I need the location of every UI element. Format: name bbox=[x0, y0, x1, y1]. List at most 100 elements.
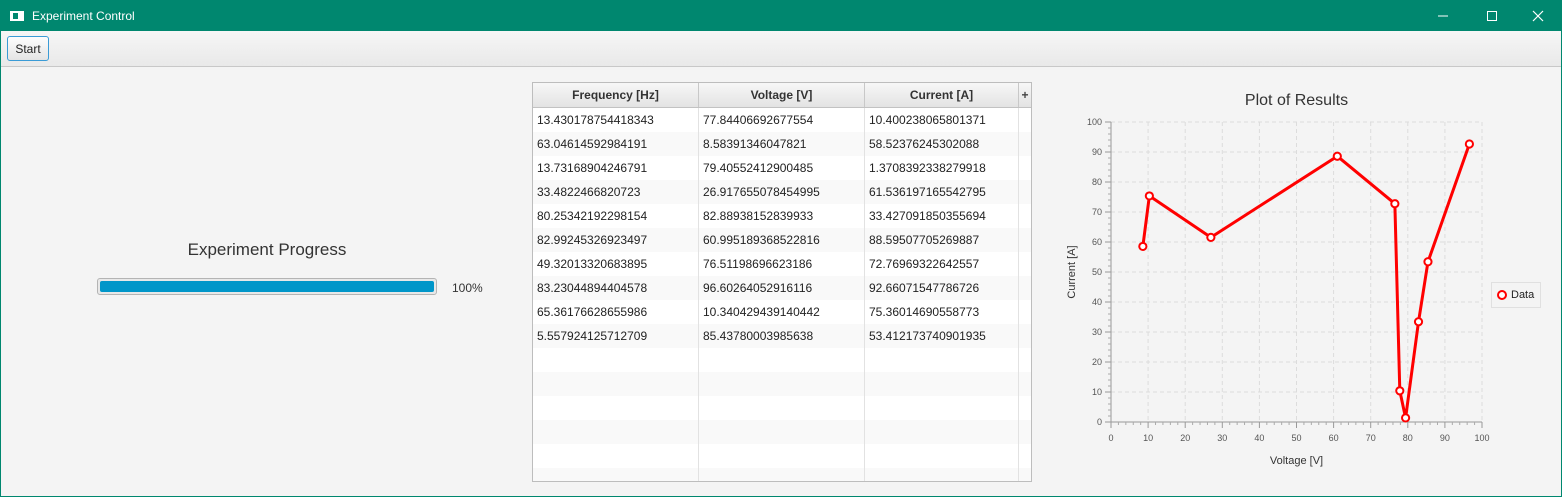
table-cell: 92.66071547786726 bbox=[865, 276, 1019, 300]
x-tick-label: 70 bbox=[1366, 433, 1376, 443]
chart-title: Plot of Results bbox=[1245, 92, 1348, 109]
table-cell: 85.43780003985638 bbox=[699, 324, 865, 348]
start-button[interactable]: Start bbox=[7, 36, 49, 61]
table-cell: 5.557924125712709 bbox=[533, 324, 699, 348]
table-cell bbox=[865, 372, 1019, 396]
data-point bbox=[1423, 257, 1433, 267]
column-header-frequency[interactable]: Frequency [Hz] bbox=[533, 83, 699, 107]
table-row[interactable]: 80.25342192298154 82.88938152839933 33.427… bbox=[533, 204, 1031, 228]
table-row[interactable] bbox=[533, 348, 1031, 372]
data-point bbox=[1464, 139, 1474, 149]
minimize-button[interactable] bbox=[1420, 1, 1466, 31]
toolbar: Start bbox=[1, 31, 1561, 67]
table-cell: 82.88938152839933 bbox=[699, 204, 865, 228]
close-button[interactable] bbox=[1515, 1, 1561, 31]
x-tick-label: 30 bbox=[1217, 433, 1227, 443]
table-cell: 60.995189368522816 bbox=[699, 228, 865, 252]
table-cell: 13.430178754418343 bbox=[533, 108, 699, 132]
table-row[interactable] bbox=[533, 420, 1031, 444]
table-row[interactable]: 63.04614592984191 8.58391346047821 58.5237… bbox=[533, 132, 1031, 156]
table-row[interactable]: 5.557924125712709 85.43780003985638 53.412… bbox=[533, 324, 1031, 348]
x-tick-label: 60 bbox=[1329, 433, 1339, 443]
table-cell: 1.3708392338279918 bbox=[865, 156, 1019, 180]
table-cell: 63.04614592984191 bbox=[533, 132, 699, 156]
table-row[interactable] bbox=[533, 372, 1031, 396]
table-row[interactable]: 33.4822466820723 26.917655078454995 61.536… bbox=[533, 180, 1031, 204]
table-cell bbox=[699, 372, 865, 396]
table-cell: 10.340429439140442 bbox=[699, 300, 865, 324]
table-row[interactable]: 65.36176628655986 10.340429439140442 75.36… bbox=[533, 300, 1031, 324]
table-cell: 26.917655078454995 bbox=[699, 180, 865, 204]
table-cell bbox=[865, 396, 1019, 420]
table-cell bbox=[699, 348, 865, 372]
table-row[interactable]: 13.73168904246791 79.40552412900485 1.3708… bbox=[533, 156, 1031, 180]
table-cell: 77.84406692677554 bbox=[699, 108, 865, 132]
close-icon bbox=[1532, 10, 1544, 22]
table-cell: 72.76969322642557 bbox=[865, 252, 1019, 276]
results-table[interactable]: Frequency [Hz] Voltage [V] Current [A] +… bbox=[532, 82, 1032, 482]
table-cell bbox=[533, 372, 699, 396]
y-tick-label: 100 bbox=[1087, 117, 1102, 127]
table-row[interactable]: 83.23044894404578 96.60264052916116 92.660… bbox=[533, 276, 1031, 300]
column-header-voltage[interactable]: Voltage [V] bbox=[699, 83, 865, 107]
table-cell bbox=[699, 444, 865, 468]
table-cell: 65.36176628655986 bbox=[533, 300, 699, 324]
table-row[interactable]: 13.430178754418343 77.84406692677554 10.40… bbox=[533, 108, 1031, 132]
column-menu-button[interactable]: + bbox=[1019, 83, 1031, 107]
y-tick-label: 90 bbox=[1092, 147, 1102, 157]
table-cell bbox=[533, 396, 699, 420]
window-title: Experiment Control bbox=[32, 9, 135, 23]
table-cell: 80.25342192298154 bbox=[533, 204, 699, 228]
table-cell bbox=[865, 348, 1019, 372]
data-point bbox=[1395, 386, 1405, 396]
legend-symbol bbox=[1497, 290, 1507, 300]
x-tick-label: 80 bbox=[1403, 433, 1413, 443]
table-cell: 79.40552412900485 bbox=[699, 156, 865, 180]
maximize-button[interactable] bbox=[1469, 1, 1515, 31]
column-header-current[interactable]: Current [A] bbox=[865, 83, 1019, 107]
data-point bbox=[1206, 232, 1216, 242]
table-row[interactable] bbox=[533, 468, 1031, 481]
table-cell: 53.412173740901935 bbox=[865, 324, 1019, 348]
y-tick-label: 40 bbox=[1092, 297, 1102, 307]
y-tick-label: 70 bbox=[1092, 207, 1102, 217]
x-tick-label: 90 bbox=[1440, 433, 1450, 443]
minimize-icon bbox=[1438, 15, 1448, 17]
data-point bbox=[1332, 151, 1342, 161]
app-icon bbox=[10, 11, 24, 21]
table-cell: 10.400238065801371 bbox=[865, 108, 1019, 132]
table-cell: 13.73168904246791 bbox=[533, 156, 699, 180]
chart-area: Plot of Results 0 10 20 30 40 50 60 70 80 90 100 0 10… bbox=[1051, 82, 1551, 482]
table-cell bbox=[865, 420, 1019, 444]
chart-legend: Data bbox=[1491, 282, 1541, 308]
progress-bar bbox=[97, 278, 437, 295]
progress-fill bbox=[100, 281, 434, 292]
y-tick-label: 20 bbox=[1092, 357, 1102, 367]
data-point bbox=[1413, 317, 1424, 327]
table-row[interactable]: 82.99245326923497 60.995189368522816 88.59… bbox=[533, 228, 1031, 252]
y-axis-label: Current [A] bbox=[1066, 245, 1078, 298]
y-tick-label: 10 bbox=[1092, 387, 1102, 397]
table-row[interactable]: 49.32013320683895 76.51198696623186 72.769… bbox=[533, 252, 1031, 276]
progress-title: Experiment Progress bbox=[187, 240, 347, 259]
maximize-icon bbox=[1487, 11, 1497, 21]
y-tick-label: 0 bbox=[1097, 417, 1102, 427]
data-point bbox=[1400, 413, 1411, 423]
table-cell: 61.536197165542795 bbox=[865, 180, 1019, 204]
table-row[interactable] bbox=[533, 444, 1031, 468]
table-cell: 58.52376245302088 bbox=[865, 132, 1019, 156]
x-tick-label: 0 bbox=[1108, 433, 1113, 443]
table-cell bbox=[533, 420, 699, 444]
title-bar[interactable]: Experiment Control bbox=[1, 1, 1561, 31]
x-tick-label: 10 bbox=[1143, 433, 1153, 443]
table-cell bbox=[865, 468, 1019, 481]
y-tick-label: 30 bbox=[1092, 327, 1102, 337]
y-tick-label: 80 bbox=[1092, 177, 1102, 187]
y-tick-label: 50 bbox=[1092, 267, 1102, 277]
x-axis-label: Voltage [V] bbox=[1270, 455, 1323, 467]
table-cell: 75.36014690558773 bbox=[865, 300, 1019, 324]
table-row[interactable] bbox=[533, 396, 1031, 420]
x-tick-label: 100 bbox=[1474, 433, 1489, 443]
table-cell: 33.4822466820723 bbox=[533, 180, 699, 204]
table-cell bbox=[533, 348, 699, 372]
